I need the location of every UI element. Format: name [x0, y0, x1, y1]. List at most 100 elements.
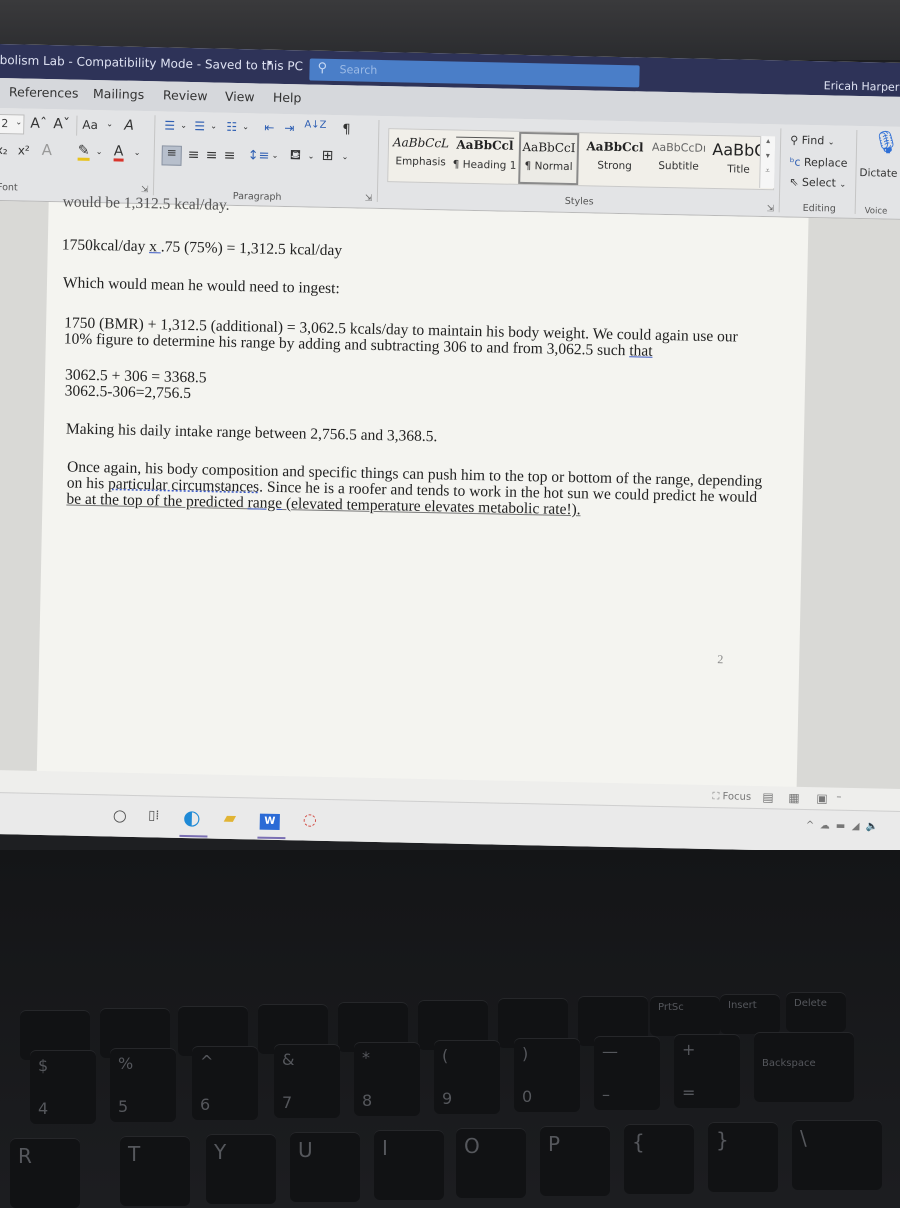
styles-gallery: AaBbCcL Emphasis AaBbCcl ¶ Heading 1 AaB… [387, 128, 776, 191]
text-effects-icon[interactable]: A [42, 141, 53, 159]
style-normal[interactable]: AaBbCcI ¶ Normal [518, 131, 580, 186]
style-heading-1[interactable]: AaBbCcl ¶ Heading 1 [452, 131, 517, 184]
subscript-icon[interactable]: x₂ [0, 143, 8, 157]
line-spacing-icon[interactable]: ↕≡ [248, 148, 270, 163]
justify-icon[interactable]: ≡ [224, 148, 236, 164]
numbering-icon[interactable]: ☰ [194, 119, 205, 133]
read-mode-icon[interactable]: ▤ [762, 790, 774, 804]
wifi-icon[interactable]: ◢ [852, 821, 860, 832]
dialog-launcher-icon[interactable]: ⇲ [365, 194, 373, 204]
search-icon[interactable]: ○ [108, 803, 132, 827]
styles-scroll[interactable]: ▴ ▾ ⩡ [759, 135, 776, 189]
zoom-minus-icon[interactable]: – [836, 792, 841, 803]
tab-help[interactable]: Help [273, 90, 302, 106]
sort-icon[interactable]: A↓Z [304, 119, 326, 130]
replace-button[interactable]: ᵇc Replace [790, 156, 848, 170]
scroll-down-icon[interactable]: ▾ [761, 151, 775, 160]
divider [854, 129, 858, 214]
cloud-icon[interactable]: ☁ [820, 820, 830, 831]
document-page[interactable]: would be 1,312.5 kcal/day. 1750kcal/day … [36, 193, 809, 808]
superscript-icon[interactable]: x² [18, 143, 30, 157]
chevron-down-icon[interactable]: ⌄ [96, 147, 103, 156]
search-placeholder: Search [339, 63, 378, 77]
web-layout-icon[interactable]: ▣ [816, 791, 828, 805]
chevron-down-icon[interactable]: ⌄ [134, 148, 141, 157]
app-icon[interactable]: ◌ [298, 807, 322, 831]
key-label: 8 [362, 1091, 373, 1110]
change-case-button[interactable]: Aa [82, 118, 98, 132]
edge-icon[interactable]: ◐ [180, 805, 204, 829]
dictate-button[interactable]: Dictate [859, 167, 897, 180]
key-label: ^ [200, 1052, 214, 1071]
chevron-down-icon[interactable]: ⌄ [342, 152, 349, 161]
shrink-font-icon[interactable]: Aˇ [53, 116, 70, 132]
chevron-down-icon[interactable]: ⌄ [210, 121, 217, 130]
font-color-icon[interactable]: A [113, 143, 124, 162]
chevron-down-icon[interactable]: ⌄ [272, 151, 279, 160]
show-formatting-icon[interactable]: ¶ [342, 122, 351, 137]
dialog-launcher-icon[interactable]: ⇲ [767, 204, 775, 214]
shading-icon[interactable]: ⛾ [290, 147, 302, 163]
user-name[interactable]: Ericah Harper [824, 79, 900, 94]
dialog-launcher-icon[interactable]: ⇲ [141, 185, 149, 195]
increase-indent-icon[interactable]: ⇥ [284, 121, 294, 135]
doc-line-ingest: Which would mean he would need to ingest… [62, 274, 340, 298]
style-emphasis[interactable]: AaBbCcL Emphasis [390, 129, 451, 182]
style-name: ¶ Heading 1 [452, 158, 517, 172]
tab-references[interactable]: References [9, 84, 79, 100]
chevron-down-icon[interactable]: ⌄ [180, 121, 187, 130]
align-left-icon[interactable]: ≡ [161, 145, 182, 166]
tab-mailings[interactable]: Mailings [93, 86, 145, 102]
find-button[interactable]: ⚲ Find ⌄ [790, 134, 835, 148]
decrease-indent-icon[interactable]: ⇤ [264, 121, 274, 135]
tray-chevron-icon[interactable]: ^ [806, 820, 815, 831]
style-strong[interactable]: AaBbCcl Strong [582, 133, 647, 186]
key-9: (9 [434, 1040, 500, 1114]
select-button[interactable]: ⇖ Select ⌄ [789, 176, 846, 190]
microphone-icon[interactable]: 🎙 [872, 130, 900, 156]
align-right-icon[interactable]: ≡ [206, 147, 218, 163]
tab-view[interactable]: View [225, 89, 255, 105]
battery-icon[interactable]: ▬ [836, 821, 846, 832]
document-title[interactable]: bolism Lab - Compatibility Mode - Saved … [0, 53, 303, 73]
key-0: ) 0 [514, 1038, 580, 1112]
search-box[interactable]: ⚲ Search [309, 58, 640, 88]
key-label: O [464, 1134, 480, 1158]
highlight-icon[interactable]: ✎ [77, 143, 90, 161]
file-explorer-icon[interactable]: ▰ [218, 806, 242, 830]
styles-group-label: Styles [564, 195, 594, 208]
clear-formatting-icon[interactable]: A [124, 118, 134, 134]
key-label: I [382, 1136, 388, 1160]
font-size-box[interactable]: 2 ⌄ [0, 113, 25, 135]
grow-font-icon[interactable]: Aˆ [30, 116, 47, 132]
bullets-icon[interactable]: ☰ [164, 118, 175, 132]
key-label: U [298, 1138, 313, 1162]
key-label: Insert [728, 1000, 757, 1011]
chevron-down-icon[interactable]: ▾ [268, 59, 273, 69]
chevron-down-icon[interactable]: ⌄ [106, 119, 113, 128]
word-icon[interactable]: W [258, 807, 282, 831]
key-r: R [10, 1138, 80, 1208]
scroll-up-icon[interactable]: ▴ [761, 136, 775, 145]
tab-review[interactable]: Review [163, 87, 208, 103]
key-p: P [540, 1126, 610, 1196]
more-styles-icon[interactable]: ⩡ [760, 166, 774, 176]
task-view-icon[interactable]: ▯⁞ [142, 804, 166, 828]
style-subtitle[interactable]: AaBbCcDı Subtitle [648, 135, 709, 188]
print-layout-icon[interactable]: ▦ [788, 791, 800, 805]
align-center-icon[interactable]: ≡ [188, 147, 200, 163]
chevron-down-icon[interactable]: ⌄ [308, 151, 315, 160]
key-label: $ [38, 1056, 49, 1075]
focus-button[interactable]: ⛶ Focus [712, 791, 751, 803]
multilevel-list-icon[interactable]: ☷ [226, 120, 237, 134]
borders-icon[interactable]: ⊞ [322, 148, 334, 164]
chevron-down-icon[interactable]: ⌄ [242, 122, 249, 131]
key-label: – [602, 1085, 610, 1104]
key-label: R [18, 1144, 32, 1168]
volume-icon[interactable]: 🔈 [866, 821, 879, 832]
key-label: & [282, 1050, 295, 1069]
active-indicator [179, 834, 208, 838]
doc-calc-lower: 3062.5-306=2,756.5 [64, 382, 192, 403]
editing-group-label: Editing [802, 202, 836, 215]
paragraph-group-label: Paragraph [232, 190, 282, 203]
